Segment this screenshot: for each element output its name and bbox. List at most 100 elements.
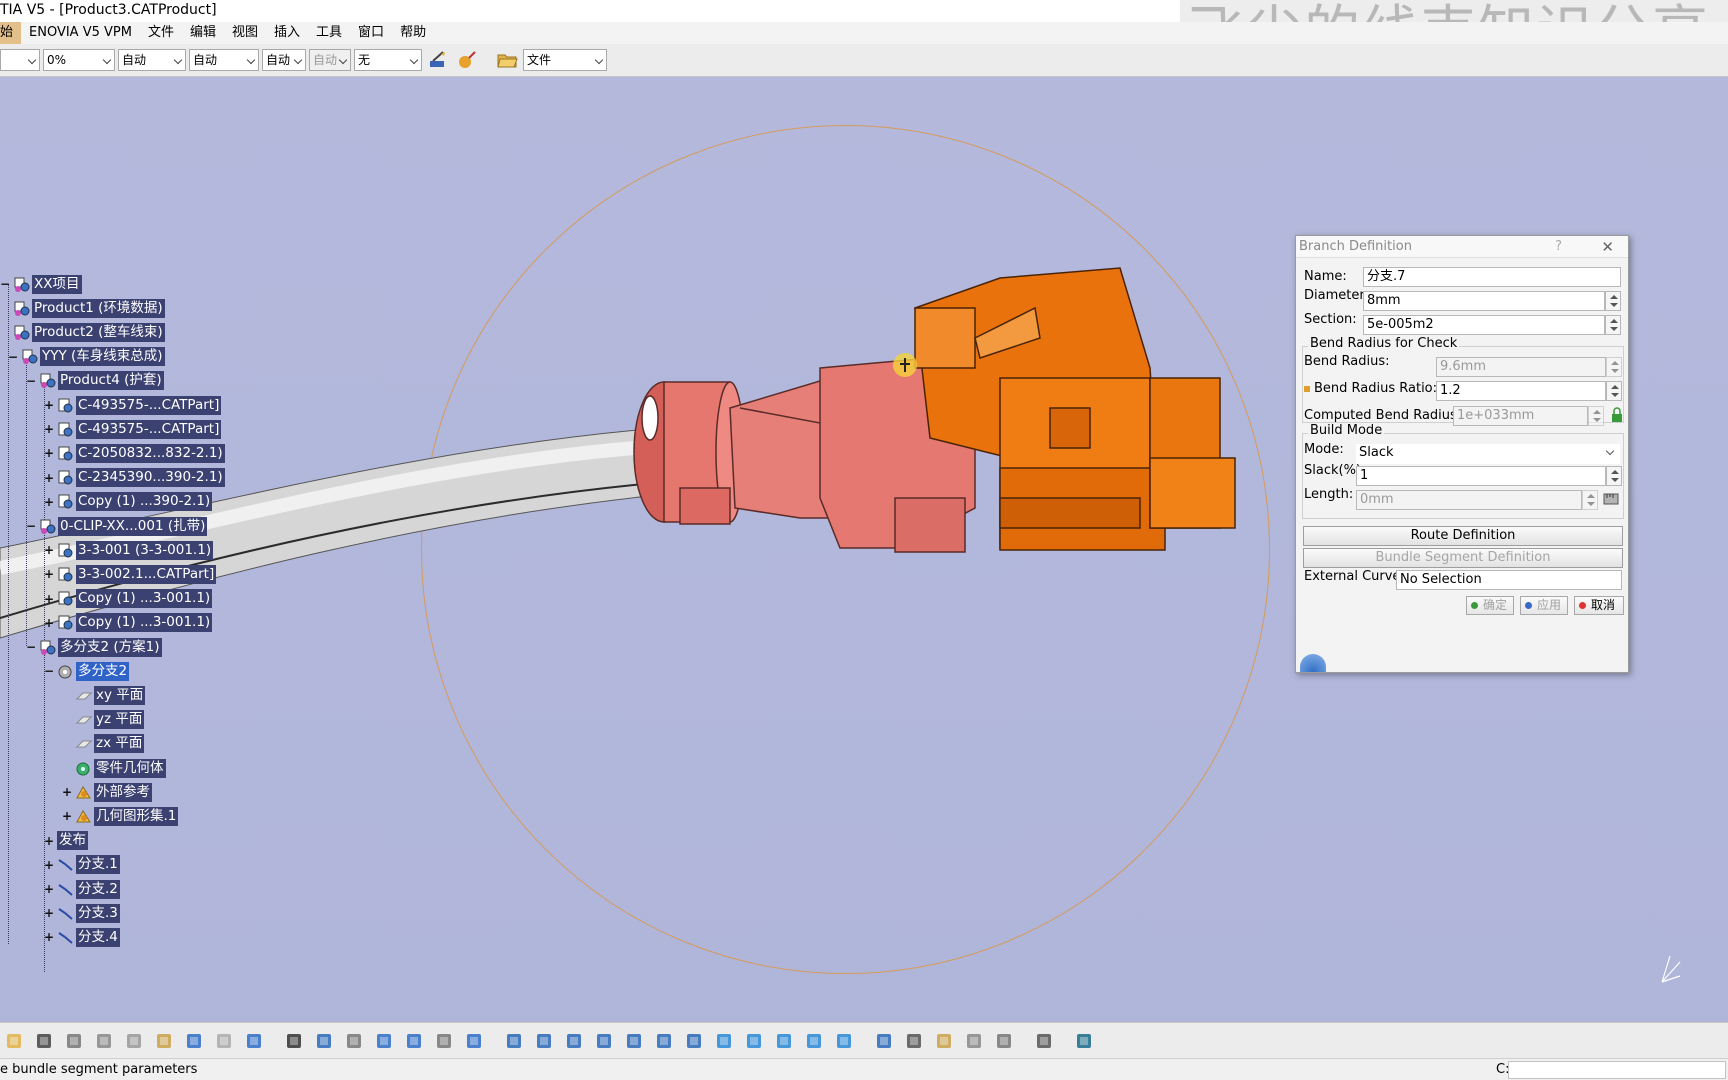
tree-node[interactable]: + 几何图形集.1 (62, 806, 179, 826)
redo-icon[interactable] (210, 1027, 238, 1055)
menu-help[interactable]: 帮助 (392, 22, 434, 44)
tree-node-label[interactable]: 分支.1 (76, 855, 120, 875)
section-field[interactable]: 5e-005m2 (1363, 315, 1605, 335)
diameter-spinner[interactable] (1605, 291, 1621, 311)
file-combo[interactable]: 文件 (523, 49, 607, 71)
knowledge-icon[interactable] (310, 1027, 338, 1055)
tree-node-label[interactable]: xy 平面 (94, 685, 146, 705)
tree-node[interactable]: + 分支.4 (44, 927, 120, 947)
bundle-icon[interactable] (960, 1027, 988, 1055)
tree-node-label[interactable]: yz 平面 (94, 710, 145, 730)
menu-insert[interactable]: 插入 (266, 22, 308, 44)
tree-node[interactable]: + 分支.2 (44, 879, 120, 899)
collapse-icon[interactable]: − (8, 350, 18, 364)
ok-button[interactable]: 确定 (1466, 596, 1514, 615)
color-combo[interactable] (0, 49, 40, 71)
tree-node[interactable]: − Product4 (护套) (26, 371, 164, 391)
tree-node[interactable]: − 0-CLIP-XX...001 (扎带) (26, 516, 208, 536)
mode-select[interactable]: Slack (1356, 444, 1620, 464)
collapse-icon[interactable]: − (26, 640, 36, 654)
command-input[interactable] (1508, 1061, 1726, 1079)
open-folder-icon[interactable] (494, 47, 520, 73)
tree-node-label[interactable]: C-2345390...390-2.1) (76, 468, 225, 488)
measure-icon[interactable] (930, 1027, 958, 1055)
tree-node-label[interactable]: 3-3-001 (3-3-001.1) (76, 540, 214, 560)
layer-combo[interactable]: 无 (354, 49, 422, 71)
tree-node-label[interactable]: C-493575-...CATPart] (76, 419, 222, 439)
harness-icon[interactable] (870, 1027, 898, 1055)
expand-icon[interactable]: + (62, 809, 72, 823)
expand-icon[interactable]: + (62, 785, 72, 799)
zoom-out-icon[interactable] (650, 1027, 678, 1055)
menu-view[interactable]: 视图 (224, 22, 266, 44)
tree-node[interactable]: + 发布 (44, 831, 88, 851)
zoom-in-icon[interactable] (620, 1027, 648, 1055)
tree-node[interactable]: Product1 (环境数据) (0, 298, 165, 318)
tree-node[interactable]: + C-493575-...CATPart] (44, 395, 222, 415)
apply-button[interactable]: 应用 (1520, 596, 1568, 615)
lineweight-combo[interactable]: 自动 (189, 49, 259, 71)
iso-view-icon[interactable] (740, 1027, 768, 1055)
tree-node[interactable]: xy 平面 (62, 685, 146, 705)
tree-node-label[interactable]: 多分支2 (方案1) (58, 637, 162, 657)
slack-spinner[interactable] (1606, 466, 1622, 486)
layer-combo-disabled[interactable]: 自动 (309, 49, 351, 71)
name-field[interactable]: 分支.7 (1363, 267, 1621, 287)
tree-node[interactable]: 零件几何体 (62, 758, 166, 778)
undo-icon[interactable] (180, 1027, 208, 1055)
expand-icon[interactable]: + (44, 567, 54, 581)
tree-node-label[interactable]: 发布 (57, 831, 88, 851)
views-icon[interactable] (710, 1027, 738, 1055)
copy-icon[interactable] (120, 1027, 148, 1055)
lock-icon[interactable] (1611, 407, 1623, 427)
tree-node-label[interactable]: Product4 (护套) (58, 371, 164, 391)
tree-node[interactable]: +3-3-002.1...CATPart] (44, 564, 217, 584)
tree-node[interactable]: + Copy (1) ...3-001.1) (44, 589, 213, 609)
external-curve-field[interactable]: No Selection (1396, 570, 1622, 590)
tree-node-label[interactable]: Copy (1) ...3-001.1) (76, 589, 213, 609)
formula-icon[interactable] (280, 1027, 308, 1055)
tree-node[interactable]: yz 平面 (62, 710, 145, 730)
tree-node[interactable]: zx 平面 (62, 734, 145, 754)
tree-node-label[interactable]: 外部参考 (94, 782, 152, 802)
tree-node-label[interactable]: Copy (1) ...3-001.1) (76, 613, 213, 633)
tree-node[interactable]: + Copy (1) ...390-2.1) (44, 492, 213, 512)
tools-icon[interactable] (340, 1027, 368, 1055)
expand-icon[interactable]: + (44, 398, 54, 412)
collapse-icon[interactable]: − (44, 664, 54, 678)
expand-icon[interactable]: + (44, 592, 54, 606)
help-button[interactable]: ? (1555, 236, 1562, 258)
bend-ratio-spinner[interactable] (1606, 381, 1622, 401)
camera-icon[interactable] (1030, 1027, 1058, 1055)
tree-node-label[interactable]: 多分支2 (76, 661, 130, 681)
tree-node-label[interactable]: zx 平面 (94, 734, 145, 754)
update-icon[interactable] (1070, 1027, 1098, 1055)
menu-file[interactable]: 文件 (140, 22, 182, 44)
tree-node[interactable]: + 分支.1 (44, 855, 120, 875)
measure-icon[interactable] (1603, 491, 1619, 511)
material-icon[interactable] (454, 47, 480, 73)
tree-node[interactable]: − YYY (车身线束总成) (8, 347, 165, 367)
tree-icon[interactable] (400, 1027, 428, 1055)
options-icon[interactable] (460, 1027, 488, 1055)
tree-node-label[interactable]: 0-CLIP-XX...001 (扎带) (58, 516, 208, 536)
tree-node[interactable]: − 多分支2 (44, 661, 130, 681)
pan-icon[interactable] (560, 1027, 588, 1055)
tree-node[interactable]: + 分支.3 (44, 903, 120, 923)
expand-icon[interactable]: + (44, 834, 54, 848)
section-spinner[interactable] (1605, 315, 1621, 335)
swap-space-icon[interactable] (830, 1027, 858, 1055)
tree-node[interactable]: +3-3-001 (3-3-001.1) (44, 540, 214, 560)
normal-view-icon[interactable] (680, 1027, 708, 1055)
expand-icon[interactable]: + (44, 422, 54, 436)
painter-icon[interactable] (425, 47, 451, 73)
collapse-icon[interactable]: − (0, 277, 10, 291)
menu-window[interactable]: 窗口 (350, 22, 392, 44)
menu-start[interactable]: 始 (0, 22, 22, 44)
save-icon[interactable] (30, 1027, 58, 1055)
diameter-field[interactable]: 8mm (1363, 291, 1605, 311)
tree-node-label[interactable]: 几何图形集.1 (94, 806, 179, 826)
point-style-combo[interactable]: 自动 (262, 49, 306, 71)
tree-node[interactable]: Product2 (整车线束) (0, 322, 165, 342)
expand-icon[interactable]: + (44, 858, 54, 872)
